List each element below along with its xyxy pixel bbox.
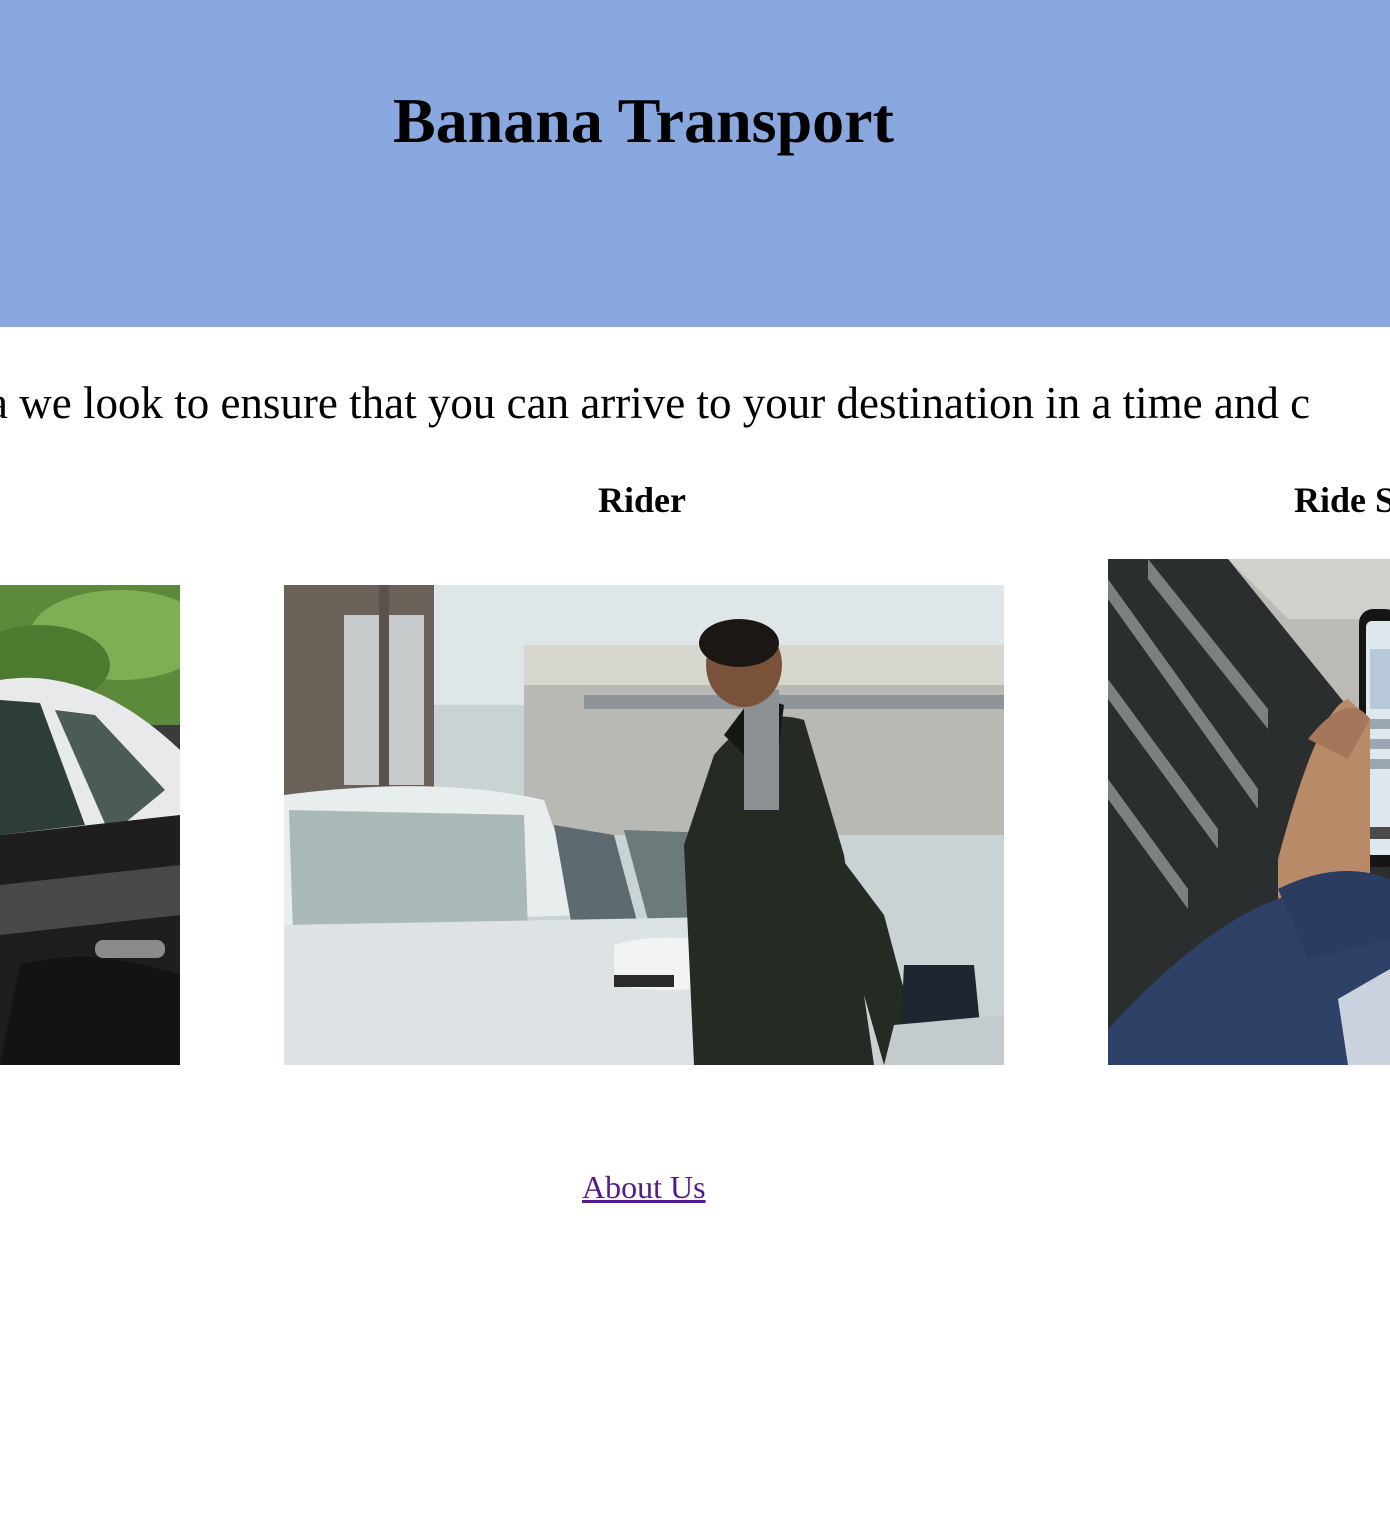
rider-heading: Rider xyxy=(598,480,686,520)
driver-car-photo xyxy=(0,585,180,1065)
tagline-text: a we look to ensure that you can arrive … xyxy=(0,378,1311,428)
rider-entering-car-photo xyxy=(284,585,1004,1065)
page: Banana Transport a we look to ensure tha… xyxy=(0,0,1390,1530)
about-us-link[interactable]: About Us xyxy=(582,1168,706,1206)
header-banner: Banana Transport xyxy=(0,0,1390,327)
ride-share-phone-photo xyxy=(1108,559,1390,1065)
site-title: Banana Transport xyxy=(393,85,894,156)
ride-share-heading: Ride S xyxy=(1294,480,1390,520)
